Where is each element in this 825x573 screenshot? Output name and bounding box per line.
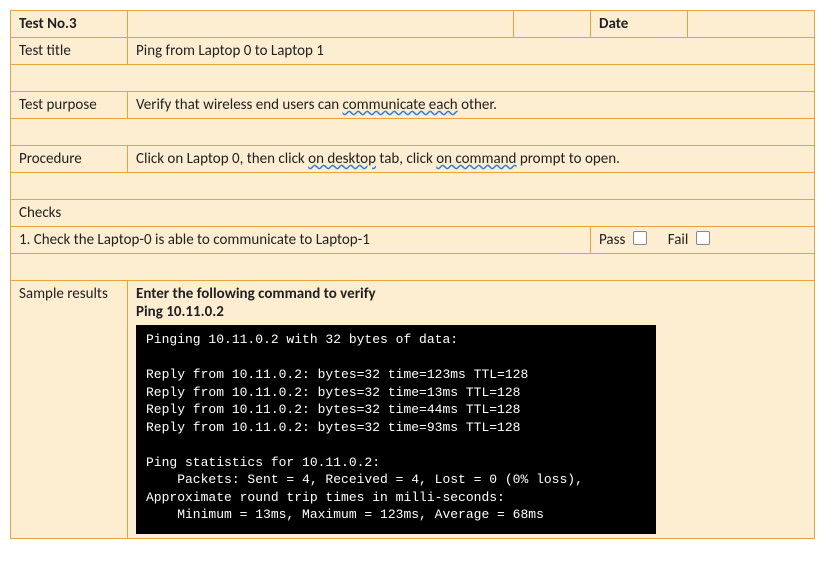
spacer-4: [11, 254, 815, 281]
fail-checkbox[interactable]: [696, 231, 710, 245]
title-value: Ping from Laptop 0 to Laptop 1: [128, 38, 815, 65]
checks-heading: Checks: [11, 200, 815, 227]
purpose-label: Test purpose: [11, 92, 128, 119]
pass-checkbox[interactable]: [633, 231, 647, 245]
purpose-text-after: other.: [458, 96, 497, 114]
sample-instr-2: Ping 10.11.0.2: [136, 303, 806, 321]
purpose-value: Verify that wireless end users can commu…: [128, 92, 815, 119]
proc-s2: on command: [436, 150, 516, 168]
purpose-spelled: communicate each: [343, 96, 458, 114]
spacer-3: [11, 173, 815, 200]
proc-p3: prompt to open.: [516, 150, 619, 168]
test-case-table: Test No.3 Date Test title Ping from Lapt…: [10, 10, 815, 539]
header-blank-2: [514, 11, 591, 38]
terminal-output: Pinging 10.11.0.2 with 32 bytes of data:…: [136, 325, 656, 534]
sample-label: Sample results: [11, 281, 128, 539]
test-number-cell: Test No.3: [11, 11, 128, 38]
sample-instr-1: Enter the following command to verify: [136, 285, 806, 303]
check-result-cell: Pass Fail: [591, 227, 815, 254]
proc-p2: tab, click: [376, 150, 436, 168]
procedure-label: Procedure: [11, 146, 128, 173]
proc-s1: on desktop: [308, 150, 376, 168]
header-blank-1: [128, 11, 514, 38]
date-value-cell: [688, 11, 815, 38]
sample-value: Enter the following command to verify Pi…: [128, 281, 815, 539]
spacer-2: [11, 119, 815, 146]
pass-label: Pass: [599, 231, 625, 249]
procedure-value: Click on Laptop 0, then click on desktop…: [128, 146, 815, 173]
title-label: Test title: [11, 38, 128, 65]
check-item-1: 1. Check the Laptop-0 is able to communi…: [11, 227, 591, 254]
purpose-text-before: Verify that wireless end users can: [136, 96, 343, 114]
fail-label: Fail: [668, 231, 689, 249]
date-label-cell: Date: [591, 11, 688, 38]
proc-p1: Click on Laptop 0, then click: [136, 150, 308, 168]
spacer-1: [11, 65, 815, 92]
